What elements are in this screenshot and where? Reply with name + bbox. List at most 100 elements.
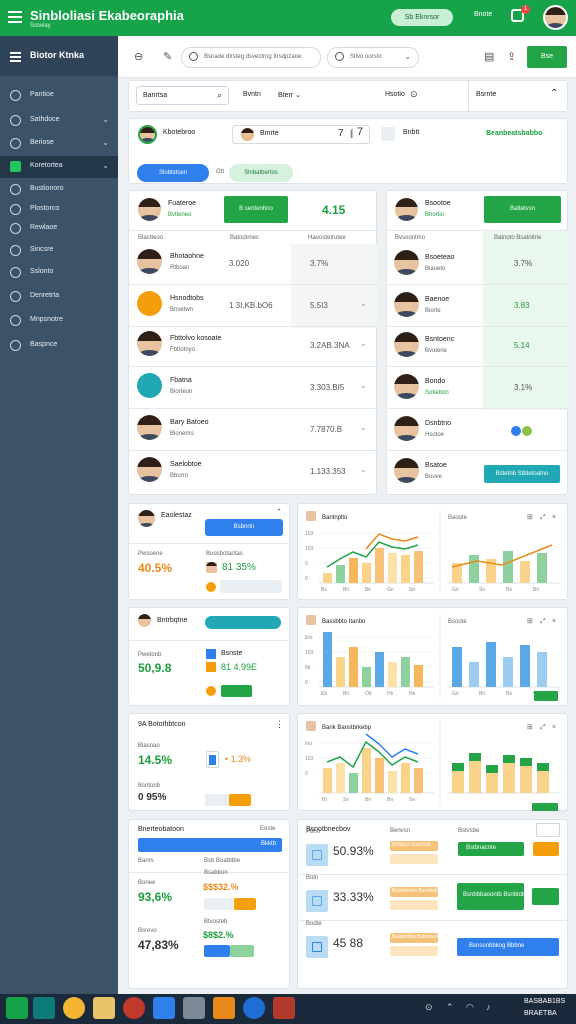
chart-legend-button[interactable] xyxy=(532,803,558,811)
start-icon[interactable] xyxy=(6,997,28,1019)
share-icon[interactable]: ⇪ xyxy=(507,50,516,63)
chart-bar xyxy=(349,558,358,583)
chevron-down-icon[interactable]: ⌄ xyxy=(360,381,367,390)
primary-action-button[interactable]: Bse xyxy=(527,46,567,68)
media-icon[interactable] xyxy=(123,997,145,1019)
wifi-icon[interactable]: ◠ xyxy=(466,1002,474,1013)
sidebar-item[interactable]: Sathdoce ⌄ xyxy=(0,110,118,132)
filter-column-2[interactable]: Bsrnte xyxy=(476,91,496,98)
kpi-label: Blasnao xyxy=(138,743,160,749)
sidebar-item[interactable]: Sslonto xyxy=(0,262,118,284)
collapse-icon[interactable]: ⌃ xyxy=(550,88,558,99)
chart-bar xyxy=(503,657,513,687)
top-link[interactable]: Bnote xyxy=(474,11,492,18)
app-icon[interactable] xyxy=(213,997,235,1019)
sidebar-item[interactable]: Pantioe xyxy=(0,85,118,107)
right-header-button[interactable]: Battetvsn xyxy=(484,196,561,223)
chart-bar xyxy=(323,573,332,583)
chevron-down-icon[interactable]: ⌄ xyxy=(360,299,367,308)
row-value: 33.33% xyxy=(333,890,374,904)
sidebar-item[interactable]: Koretortea ⌄ xyxy=(0,156,118,178)
sidebar-item[interactable]: Rewlaoe xyxy=(0,218,118,240)
kpi-button[interactable]: Bsbnrtn xyxy=(205,519,283,536)
row-value: 45 88 xyxy=(333,936,364,950)
chevron-down-icon[interactable]: ⌄ xyxy=(360,339,367,348)
tab-active[interactable]: Slobtstcen xyxy=(137,164,209,182)
sidebar-item-icon xyxy=(10,267,21,278)
header-avatar xyxy=(138,198,161,221)
tray-icon[interactable]: ⌃ xyxy=(446,1002,454,1013)
sidebar-item[interactable]: Mnpsnotre xyxy=(0,310,118,332)
row-value-2: 7.7870.B xyxy=(310,425,343,434)
chart-bar xyxy=(537,652,547,687)
y-tick-label: Ino xyxy=(305,741,312,747)
sidebar-item[interactable]: Bustionoro xyxy=(0,179,118,201)
bottom-right-button[interactable]: Bstbnacnte xyxy=(458,842,524,856)
chevron-down-icon[interactable]: ⌄ xyxy=(360,423,367,432)
filter-field-2[interactable]: Bvntn xyxy=(243,91,261,98)
filter-select[interactable]: Stlvo oorsto ⌄ xyxy=(327,47,419,68)
bottom-right-button-2[interactable] xyxy=(533,842,559,856)
chart-right-title: Bsoote xyxy=(448,619,467,625)
row-name: Bhotaohne xyxy=(170,253,204,260)
sidebar-item[interactable]: Sincsre xyxy=(0,240,118,262)
bottom-left-label: Bsrevo xyxy=(138,928,157,934)
tab-inactive[interactable]: Slnbatbertos xyxy=(229,164,293,182)
kpi-avatar xyxy=(138,510,155,527)
more-icon[interactable]: ⋮ xyxy=(275,719,284,730)
y-tick-label: Eto xyxy=(305,635,313,641)
chart-bar xyxy=(349,647,358,687)
top-action-button[interactable]: Sb Eknrsor xyxy=(391,9,453,26)
back-icon[interactable]: ⊖ xyxy=(134,50,143,63)
chevron-up-icon[interactable]: ⌃ xyxy=(276,508,282,516)
search-input[interactable]: Bsnade dlrsteg dsvectrng Itrsdpzaoe xyxy=(181,47,321,68)
bottom-right-button[interactable]: Bsnbbbaoontb Bsnbtob xyxy=(457,883,525,910)
user-avatar[interactable] xyxy=(543,5,568,30)
chart-legend-button[interactable] xyxy=(534,691,558,701)
filter-column-1[interactable]: Hsotio xyxy=(385,91,405,98)
menu-icon[interactable] xyxy=(8,11,22,13)
bottom-right-button-2[interactable] xyxy=(532,888,559,905)
grid-icon[interactable] xyxy=(536,823,560,837)
tray-icon[interactable]: ⊙ xyxy=(425,1002,433,1013)
sidebar-item[interactable]: Beriose ⌄ xyxy=(0,133,118,155)
row-avatar xyxy=(394,332,419,357)
bottom-right-wide-button[interactable]: Bsnsonbbkog Bbbne xyxy=(457,938,559,956)
charts-svg: Bantnplto Baoote ⊞ ⤢ × 153 103 0 0 Bs Bn Bk Gn Sn Gn Sn… xyxy=(305,511,559,811)
row-value: 5.14 xyxy=(514,341,530,350)
close-icon: × xyxy=(552,514,556,521)
chevron-down-icon[interactable]: ⌄ xyxy=(360,465,367,474)
right-footer-button[interactable]: Bstetnb Stbtetoatno xyxy=(484,465,560,483)
browser-icon[interactable] xyxy=(63,997,85,1019)
tab-mid[interactable]: Gtt xyxy=(216,169,224,175)
settings-icon[interactable]: ⊙ xyxy=(410,89,418,100)
expand-icon: ⤢ xyxy=(540,618,546,625)
app-icon[interactable] xyxy=(243,997,265,1019)
sidebar-menu-icon[interactable] xyxy=(10,52,21,54)
edit-icon[interactable]: ✎ xyxy=(163,50,172,63)
row-button-label: Bntbboo Bscrbob xyxy=(392,842,431,848)
bottom-left-bar[interactable]: Bkktb xyxy=(138,838,282,852)
row-value-1: 3.020 xyxy=(229,259,250,268)
filter-field-1[interactable]: Banrtsa ⌕ xyxy=(136,86,229,105)
search-taskbar-icon[interactable] xyxy=(33,997,55,1019)
app-subtitle: Sstwlay xyxy=(30,23,51,29)
filter-select[interactable]: Bterr ⌄ xyxy=(278,91,301,99)
app-icon[interactable] xyxy=(183,997,205,1019)
sidebar-item[interactable]: Denretrta xyxy=(0,286,118,308)
app-icon[interactable] xyxy=(273,997,295,1019)
sidebar-item[interactable]: Baspnce xyxy=(0,335,118,357)
folder-icon[interactable] xyxy=(93,997,115,1019)
chart-bar xyxy=(375,652,384,687)
bottom-left-value: 93,6% xyxy=(138,890,173,904)
chart-bar xyxy=(401,657,410,687)
chevron-down-icon: ⌄ xyxy=(102,115,109,124)
row-name: Hsnodtobs xyxy=(170,295,204,302)
row-sub: Bvotene xyxy=(425,348,448,354)
expand-icon: ⤢ xyxy=(540,724,546,731)
store-icon[interactable] xyxy=(153,997,175,1019)
left-header-button[interactable]: B sentenhno xyxy=(224,196,288,223)
volume-icon[interactable]: ♪ xyxy=(486,1002,491,1012)
document-icon[interactable]: ▤ xyxy=(484,50,494,63)
x-tick-label: Bn xyxy=(387,797,393,803)
